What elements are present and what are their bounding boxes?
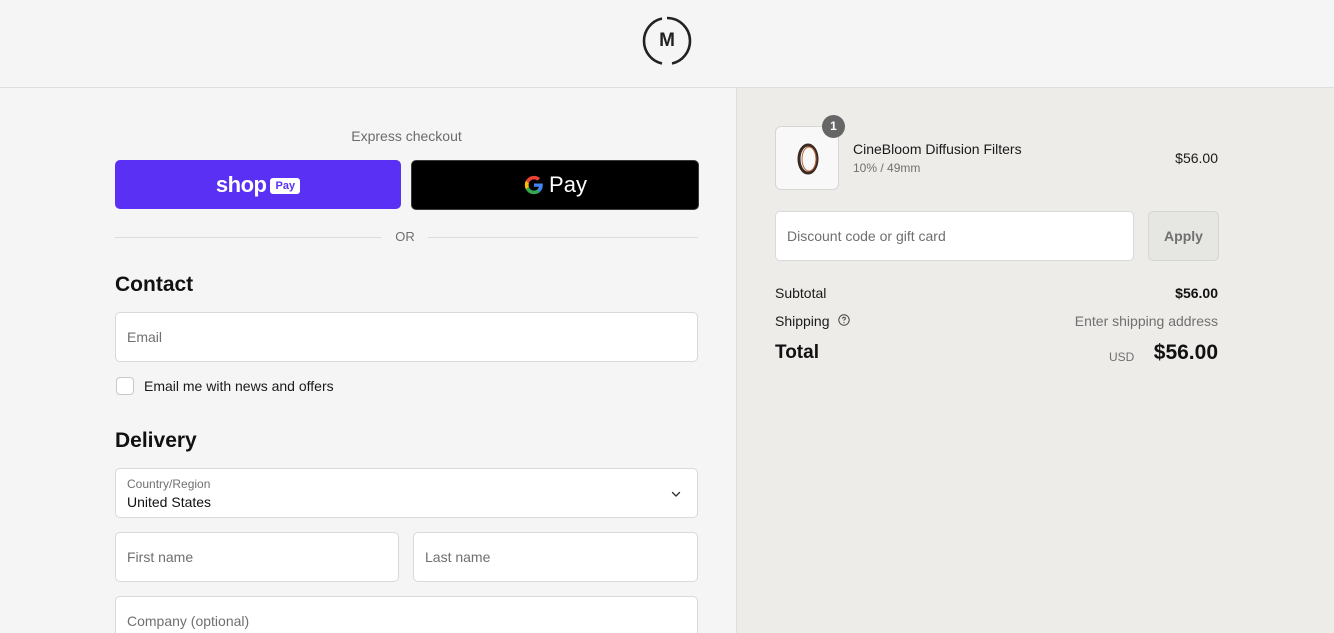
shipping-value: Enter shipping address — [1074, 313, 1218, 329]
product-price: $56.00 — [1175, 150, 1218, 166]
country-select[interactable]: Country/Region United States — [115, 468, 698, 518]
shop-pay-button[interactable]: shop Pay — [115, 160, 401, 209]
product-variant: 10% / 49mm — [853, 161, 921, 175]
product-name: CineBloom Diffusion Filters — [853, 141, 1022, 157]
google-pay-wordmark: Pay — [549, 172, 587, 197]
shop-pay-badge: Pay — [270, 177, 301, 194]
discount-code-field[interactable] — [775, 211, 1134, 261]
or-divider: OR — [115, 228, 698, 246]
or-text: OR — [395, 229, 415, 244]
country-caption: Country/Region — [127, 477, 211, 491]
store-logo[interactable]: M — [642, 16, 692, 66]
country-value: United States — [127, 494, 212, 510]
newsletter-checkbox[interactable] — [116, 377, 134, 395]
google-pay-button[interactable]: Pay — [411, 160, 699, 210]
contact-heading: Contact — [115, 273, 194, 296]
chevron-down-icon — [671, 491, 681, 497]
shop-pay-wordmark: shop — [215, 171, 267, 197]
subtotal-label: Subtotal — [775, 285, 827, 301]
total-label: Total — [775, 342, 819, 363]
help-circle-icon[interactable] — [838, 314, 850, 326]
shipping-label: Shipping — [775, 313, 830, 329]
total-currency: USD — [1109, 350, 1135, 364]
divider-line-right — [428, 237, 698, 238]
quantity-badge: 1 — [822, 115, 845, 138]
express-checkout-label: Express checkout — [351, 128, 462, 144]
total-value: $56.00 — [1153, 341, 1218, 364]
divider-line-left — [115, 237, 381, 238]
company-field[interactable] — [115, 596, 698, 633]
newsletter-label[interactable]: Email me with news and offers — [144, 378, 334, 394]
last-name-field[interactable] — [413, 532, 698, 582]
apply-discount-button[interactable]: Apply — [1148, 211, 1219, 261]
header: M — [0, 0, 1334, 88]
first-name-field[interactable] — [115, 532, 399, 582]
delivery-heading: Delivery — [115, 429, 197, 452]
email-field[interactable] — [115, 312, 698, 362]
google-g-icon — [524, 175, 543, 195]
logo-letter: M — [659, 30, 675, 51]
subtotal-value: $56.00 — [1175, 285, 1218, 301]
